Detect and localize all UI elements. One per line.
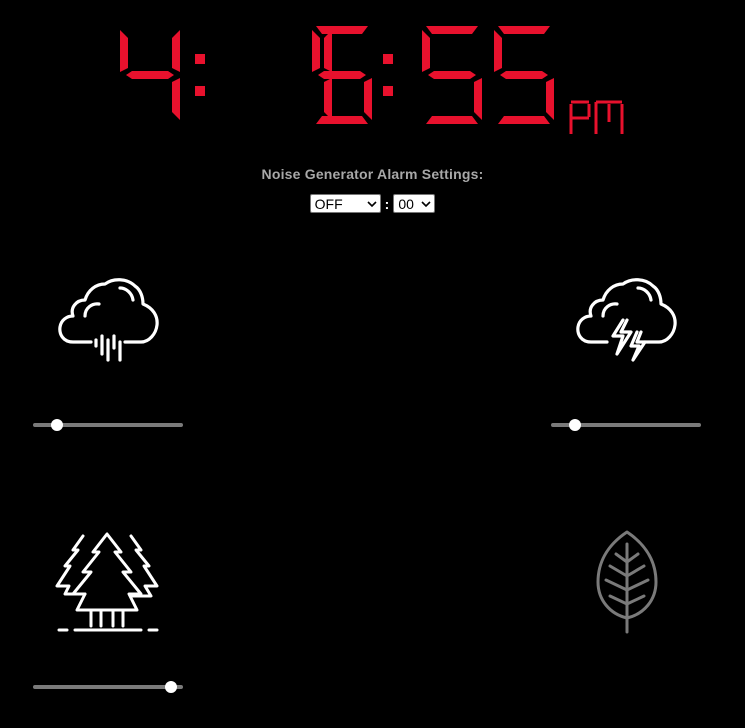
chevron-down-icon — [367, 201, 377, 208]
segment-a — [426, 26, 478, 34]
clock-second-digit — [422, 26, 482, 124]
alarm-settings-controls: OFF : 00 — [0, 194, 745, 213]
segment-g — [428, 71, 476, 79]
rain-volume-slider[interactable] — [33, 418, 183, 432]
slider-thumb[interactable] — [50, 419, 63, 431]
alarm-hour-value: OFF — [314, 196, 343, 212]
segment-g — [318, 71, 366, 79]
segment-d — [498, 116, 550, 124]
slider-thumb[interactable] — [165, 681, 178, 693]
segment-c — [546, 78, 554, 120]
alarm-time-separator: : — [384, 195, 390, 212]
cloud-rain-icon[interactable] — [55, 276, 161, 366]
segment-c — [364, 78, 372, 120]
clock-hour-digit — [120, 30, 180, 120]
segment-g — [500, 71, 548, 79]
segment-f — [312, 30, 320, 72]
segment-f — [494, 30, 502, 72]
cloud-lightning-icon[interactable] — [573, 276, 679, 366]
clock-meridiem — [569, 100, 624, 134]
meridiem-glyphs — [569, 100, 624, 134]
clock-minute-digit — [312, 26, 372, 124]
segment-f — [120, 30, 128, 72]
segment-c — [172, 78, 180, 120]
app: Noise Generator Alarm Settings: OFF : 00 — [0, 0, 745, 728]
segment-c — [474, 78, 482, 120]
segment-f — [422, 30, 430, 72]
forest-volume-slider[interactable] — [33, 680, 183, 694]
chevron-down-icon — [421, 201, 431, 208]
segment-a — [498, 26, 550, 34]
leaf-icon[interactable] — [594, 530, 660, 634]
clock-second-digit — [494, 26, 554, 124]
alarm-minute-select[interactable]: 00 — [393, 194, 436, 213]
alarm-minute-value: 00 — [398, 196, 414, 212]
slider-thumb[interactable] — [568, 419, 581, 431]
clock-colon — [383, 54, 393, 96]
segment-d — [316, 116, 368, 124]
digital-clock — [0, 18, 745, 134]
slider-track — [33, 685, 183, 689]
clock-colon — [195, 54, 205, 96]
segment-d — [426, 116, 478, 124]
segment-b — [172, 30, 180, 72]
segment-g — [126, 71, 174, 79]
pine-trees-icon[interactable] — [55, 530, 161, 634]
thunderstorm-volume-slider[interactable] — [551, 418, 701, 432]
segment-a — [316, 26, 368, 34]
alarm-hour-select[interactable]: OFF — [309, 194, 381, 213]
alarm-settings-title: Noise Generator Alarm Settings: — [261, 166, 484, 182]
